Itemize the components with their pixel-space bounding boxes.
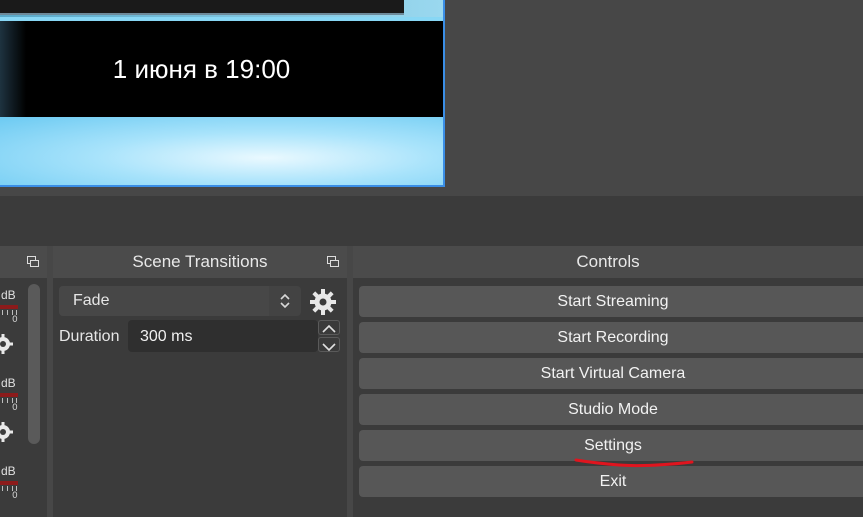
preview-area: 1 июня в 19:00: [0, 0, 863, 196]
gear-icon[interactable]: [0, 333, 14, 355]
dock-gap: [0, 196, 863, 246]
controls-dock: Controls Start Streaming Start Recording…: [353, 246, 863, 517]
button-label: Settings: [584, 436, 642, 454]
controls-header: Controls: [353, 246, 863, 278]
meter-zero-label: 0: [12, 491, 18, 501]
preview-caption-bar: 1 июня в 19:00: [0, 21, 443, 117]
start-streaming-button[interactable]: Start Streaming: [359, 286, 863, 317]
audio-mixer-dock: dB 0 dB 0 dB 0: [0, 246, 47, 517]
volume-meter: [0, 305, 18, 309]
meter-zero-label: 0: [12, 403, 18, 413]
button-label: Start Streaming: [557, 292, 669, 310]
button-label: Exit: [599, 472, 627, 490]
db-label: dB: [1, 464, 16, 478]
duration-label: Duration: [59, 328, 120, 345]
gear-icon[interactable]: [309, 288, 337, 316]
annotation-underline: [574, 458, 694, 468]
meter-zero-label: 0: [12, 315, 18, 325]
mixer-scrollbar[interactable]: [28, 284, 40, 444]
duration-value: 300 ms: [140, 328, 193, 345]
program-preview[interactable]: 1 июня в 19:00: [0, 0, 445, 187]
volume-meter: [0, 393, 18, 397]
scene-transitions-header: Scene Transitions: [53, 246, 347, 278]
button-label: Start Virtual Camera: [540, 364, 686, 382]
volume-meter: [0, 481, 18, 485]
button-label: Start Recording: [557, 328, 669, 346]
duration-input[interactable]: 300 ms: [128, 320, 318, 352]
transition-select-value: Fade: [73, 292, 110, 309]
db-label: dB: [1, 376, 16, 390]
preview-shade: [0, 21, 26, 117]
preview-video-strip: [0, 0, 404, 15]
gear-icon[interactable]: [0, 421, 14, 443]
button-label: Studio Mode: [568, 400, 658, 418]
chevron-down-icon: [322, 343, 336, 352]
float-dock-icon[interactable]: [327, 256, 339, 267]
dock-title: Controls: [576, 252, 640, 271]
stepper-down-button[interactable]: [318, 337, 340, 352]
audio-mixer-header: [0, 246, 47, 278]
preview-caption: 1 июня в 19:00: [112, 53, 291, 84]
scene-transitions-dock: Scene Transitions Fade Duration 300 ms: [53, 246, 347, 517]
studio-mode-button[interactable]: Studio Mode: [359, 394, 863, 425]
dock-title: Scene Transitions: [132, 252, 268, 271]
stepper-up-button[interactable]: [318, 320, 340, 335]
db-label: dB: [1, 288, 16, 302]
float-dock-icon[interactable]: [27, 256, 39, 267]
start-recording-button[interactable]: Start Recording: [359, 322, 863, 353]
preview-background: [0, 117, 443, 185]
chevron-up-icon: [322, 324, 336, 333]
start-virtual-camera-button[interactable]: Start Virtual Camera: [359, 358, 863, 389]
up-down-arrows-icon: [280, 293, 290, 309]
duration-stepper[interactable]: [318, 320, 340, 352]
preview-top-band: [0, 0, 443, 17]
transition-select[interactable]: Fade: [59, 286, 301, 316]
